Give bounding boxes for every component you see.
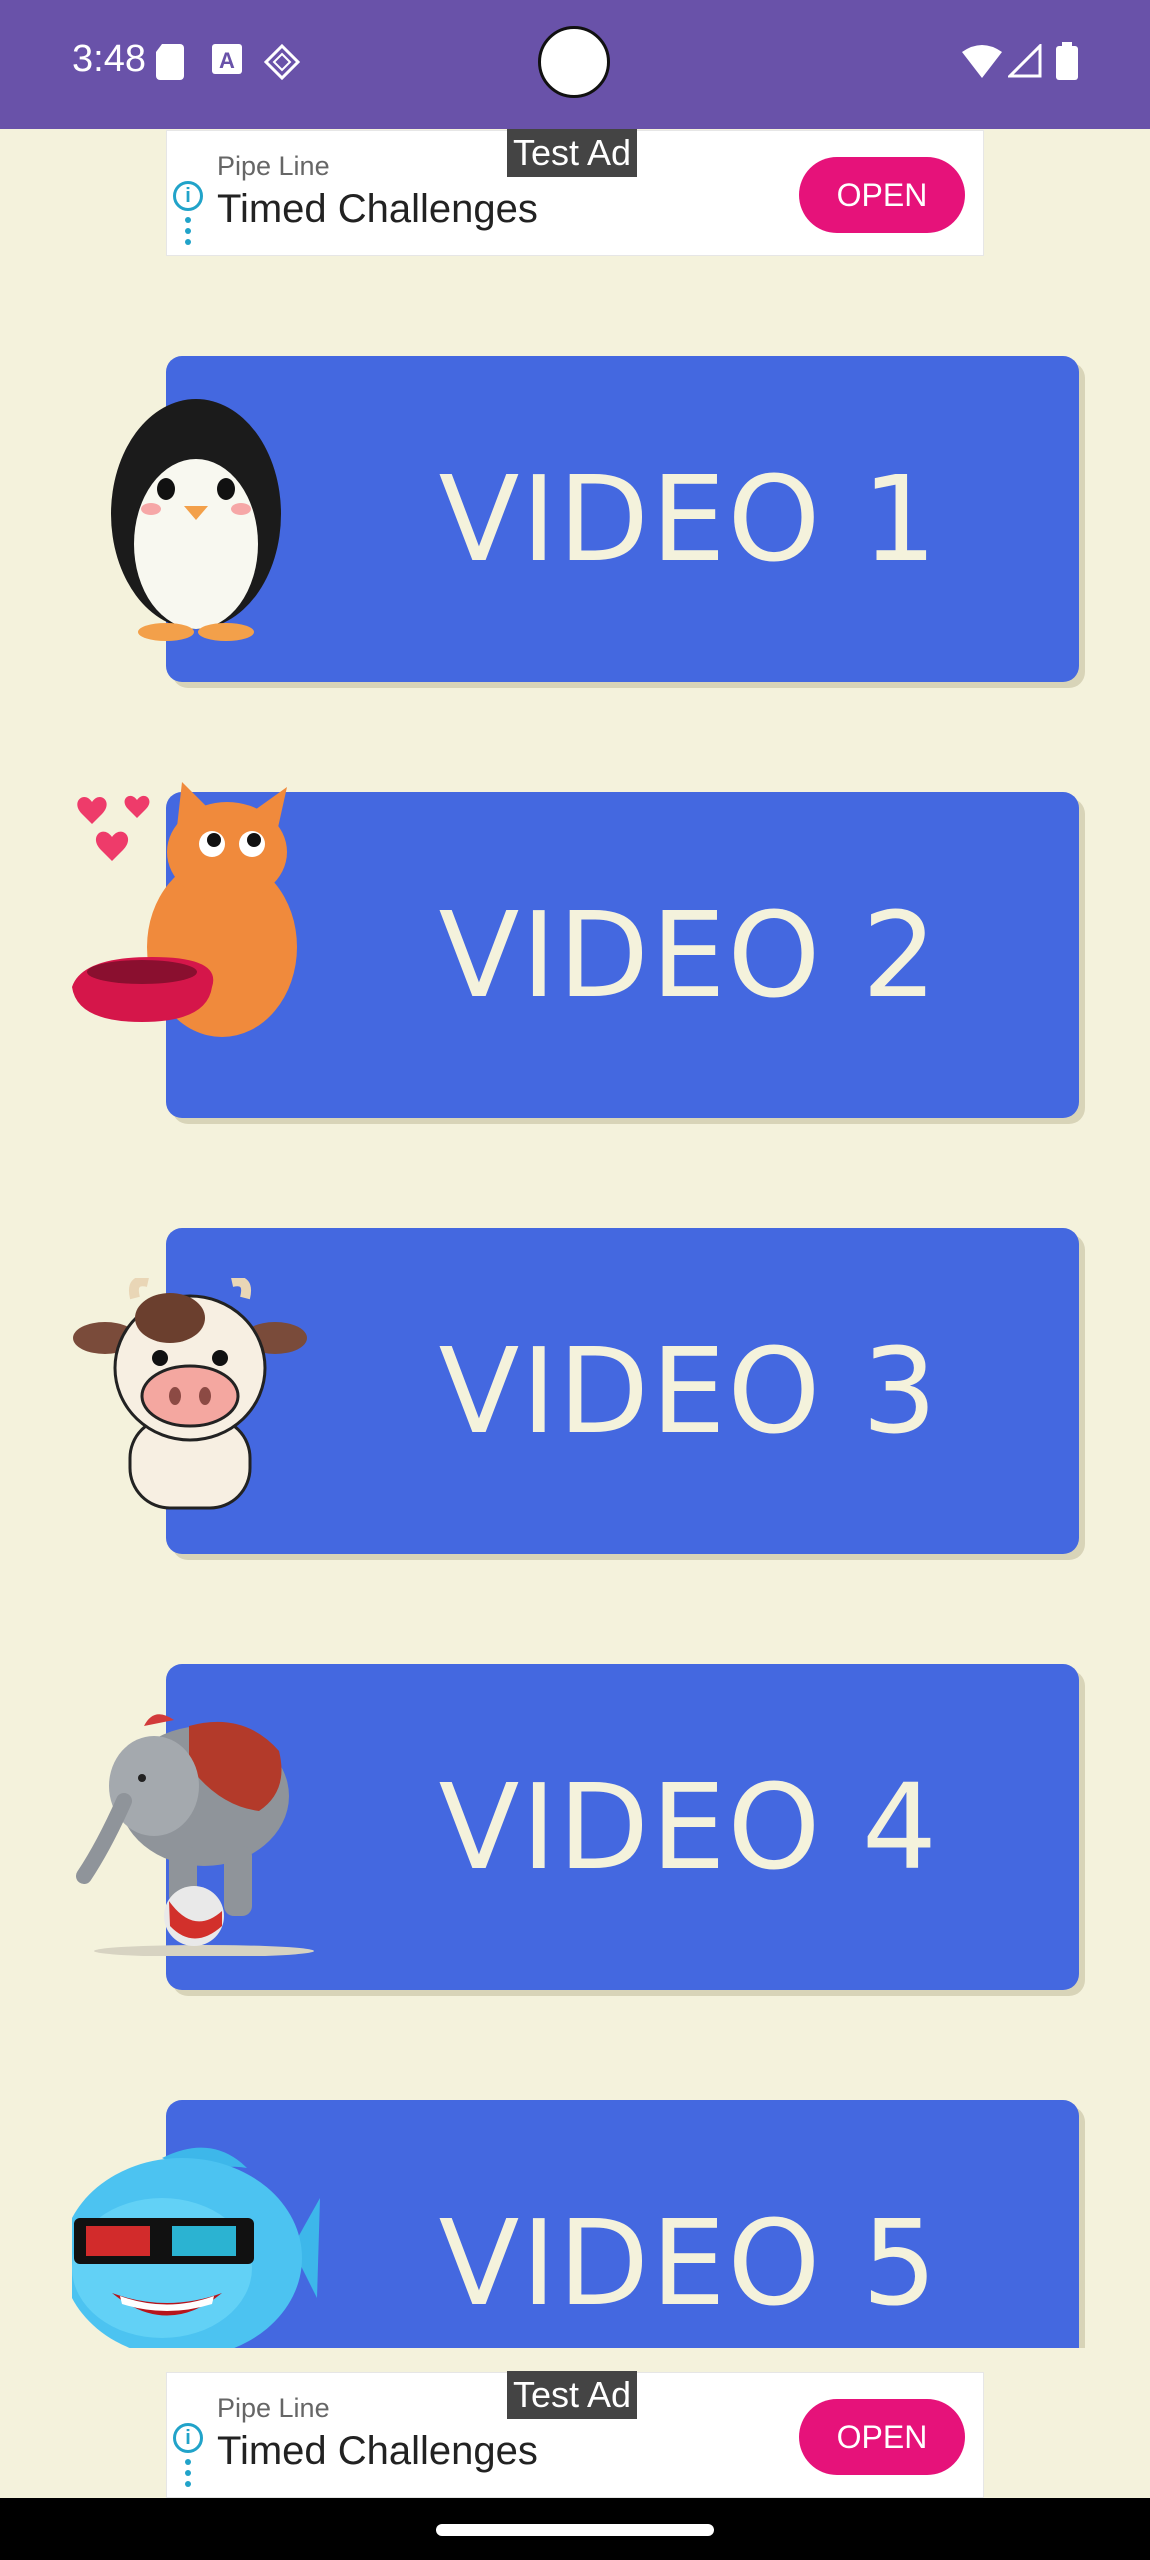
navigation-bar bbox=[0, 2498, 1150, 2560]
ad-title: Timed Challenges bbox=[217, 187, 538, 231]
more-options-icon[interactable] bbox=[185, 2459, 191, 2492]
wifi-icon bbox=[962, 44, 1002, 82]
ad-open-button[interactable]: OPEN bbox=[799, 157, 965, 233]
ad-advertiser: Pipe Line bbox=[217, 2393, 330, 2423]
camera-cutout bbox=[538, 26, 610, 98]
svg-text:A: A bbox=[219, 48, 235, 73]
video-1-button[interactable]: VIDEO 1 bbox=[166, 356, 1079, 682]
info-icon[interactable]: i bbox=[173, 2423, 203, 2453]
status-bar: 3:48 A bbox=[0, 0, 1150, 129]
ad-banner-bottom[interactable]: Test Ad i Pipe Line Timed Challenges OPE… bbox=[166, 2371, 984, 2498]
penguin-icon bbox=[111, 399, 281, 641]
diamond-icon bbox=[263, 43, 301, 84]
video-item-2[interactable]: VIDEO 2 bbox=[0, 692, 1150, 1118]
ad-banner-top[interactable]: Test Ad i Pipe Line Timed Challenges OPE… bbox=[166, 129, 984, 256]
font-icon: A bbox=[212, 44, 242, 78]
video-1-label: VIDEO 1 bbox=[438, 450, 939, 588]
ad-title: Timed Challenges bbox=[217, 2429, 538, 2473]
more-options-icon[interactable] bbox=[185, 217, 191, 250]
video-list[interactable]: VIDEO 1 VIDEO 2 VIDEO 3 VIDEO 4 VIDEO 5 bbox=[0, 256, 1150, 2348]
video-item-3[interactable]: VIDEO 3 bbox=[0, 1128, 1150, 1554]
status-time: 3:48 bbox=[72, 38, 146, 80]
test-ad-badge: Test Ad bbox=[507, 129, 638, 177]
fish-icon bbox=[72, 2147, 320, 2348]
cow-icon bbox=[73, 1278, 307, 1510]
battery-icon bbox=[1056, 42, 1078, 84]
elephant-icon bbox=[76, 1714, 314, 1956]
video-item-5[interactable]: VIDEO 5 bbox=[0, 2000, 1150, 2348]
signal-icon bbox=[1006, 42, 1042, 82]
ad-open-button[interactable]: OPEN bbox=[799, 2399, 965, 2475]
cat-icon bbox=[72, 782, 297, 1037]
home-gesture-handle[interactable] bbox=[436, 2524, 714, 2536]
info-icon[interactable]: i bbox=[173, 181, 203, 211]
video-item-1[interactable]: VIDEO 1 bbox=[0, 256, 1150, 682]
test-ad-badge: Test Ad bbox=[507, 2371, 638, 2419]
sd-card-icon bbox=[156, 44, 186, 84]
ad-advertiser: Pipe Line bbox=[217, 151, 330, 181]
video-item-4[interactable]: VIDEO 4 bbox=[0, 1564, 1150, 1990]
